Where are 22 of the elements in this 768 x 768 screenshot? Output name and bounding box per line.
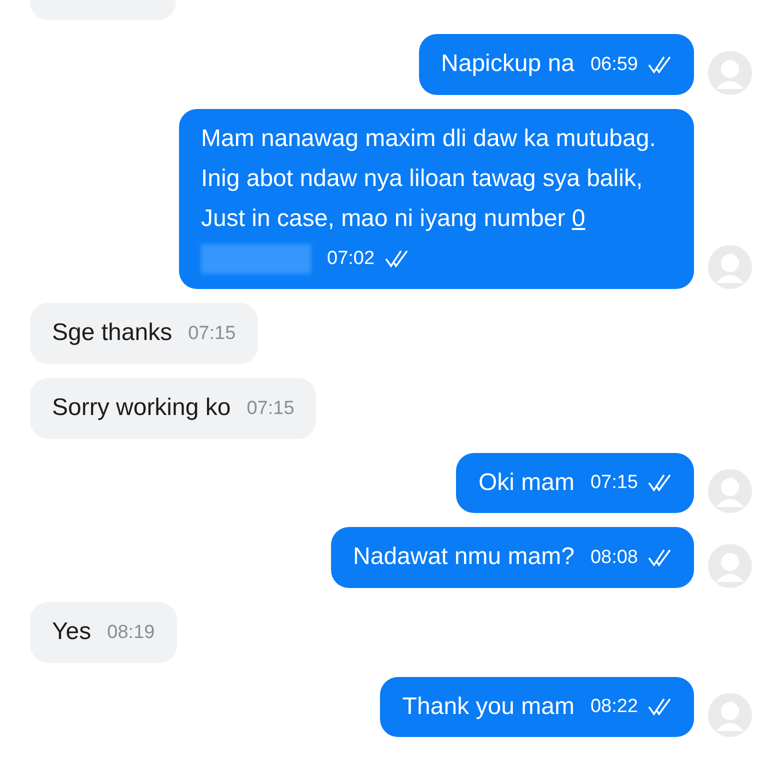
message-time: 07:15 (590, 471, 638, 496)
message-text: Sge thanks 07:15 (52, 315, 236, 352)
message-text: Napickup na 06:59 (441, 46, 672, 83)
phone-link[interactable]: 0 (572, 204, 586, 232)
message-time: 08:19 (107, 620, 155, 645)
message-text: Mam nanawag maxim dli daw ka mutubag. Inig abot ndaw nya liloan tawag sya balik, Just in case, mao ni iyang number 0 07:02 (201, 118, 678, 280)
message-time: 07:02 (327, 247, 375, 272)
double-check-icon (648, 698, 672, 716)
message-text: Nadawat nmu mam? 08:08 (353, 539, 672, 576)
message-text: Yes 08:19 (52, 614, 155, 651)
message-time: 08:08 (590, 546, 638, 570)
double-check-icon (648, 548, 672, 567)
message-time: 06:59 (590, 52, 638, 77)
double-check-icon (648, 474, 672, 492)
double-check-icon (384, 250, 409, 268)
message-text: Thank you mam 08:22 (402, 688, 672, 726)
message-time: 07:15 (246, 396, 294, 421)
message-text: Sorry working ko 07:15 (52, 390, 294, 427)
message-text: Oki mam 07:15 (478, 464, 672, 502)
double-check-icon (648, 56, 672, 74)
message-time: 08:22 (590, 695, 638, 720)
message-time: 07:15 (188, 322, 236, 346)
